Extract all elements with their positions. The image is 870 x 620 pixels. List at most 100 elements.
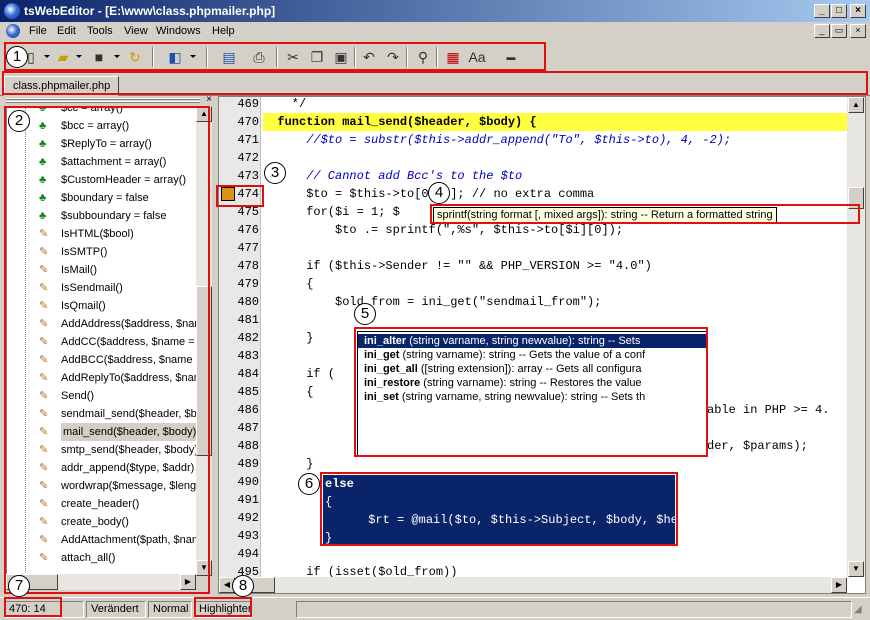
parameter-tooltip: sprintf(string format [, mixed args]): s… xyxy=(433,207,777,223)
maximize-button[interactable]: □ xyxy=(831,4,847,18)
highlighter-status[interactable]: Highlighter xyxy=(194,601,252,618)
scroll-up-icon[interactable]: ▲ xyxy=(848,97,864,113)
function-icon: ✎ xyxy=(39,318,49,330)
paste-icon[interactable]: ▣ xyxy=(330,47,352,67)
callout-marker: 7 xyxy=(8,575,30,597)
code-line[interactable] xyxy=(263,239,847,257)
doc-close-button[interactable]: × xyxy=(850,24,866,38)
tree-item-label: $boundary = false xyxy=(61,192,149,204)
variable-icon: ♣ xyxy=(39,138,47,150)
redo-icon[interactable]: ↷ xyxy=(382,47,404,67)
code-line[interactable] xyxy=(263,149,847,167)
line-number: 471 xyxy=(237,133,259,147)
tree-horizontal-scrollbar[interactable]: ◀ ▶ xyxy=(6,574,196,590)
tree-item-label: mail_send($header, $body) xyxy=(61,423,197,441)
scroll-up-icon[interactable]: ▲ xyxy=(196,106,212,122)
code-line[interactable]: // Cannot add Bcc's to the $to xyxy=(263,167,847,185)
code-line[interactable]: $to .= sprintf(",%s", $this->to[$i][0]); xyxy=(263,221,847,239)
panel-close-icon[interactable]: × xyxy=(206,94,212,105)
autocomplete-item[interactable]: ini_get_all ([string extension]): array … xyxy=(358,362,706,376)
new-dropdown-arrow[interactable] xyxy=(44,55,50,58)
tree-item-label: AddAddress($address, $nam xyxy=(61,318,198,330)
color-table-icon[interactable]: ▦ xyxy=(442,47,464,67)
code-line[interactable]: $old_from = ini_get("sendmail_from"); xyxy=(263,293,847,311)
small-panel-icon[interactable]: ▬ xyxy=(500,47,522,67)
code-line[interactable]: */ xyxy=(263,95,847,113)
toolbar: ▯ ▰ ■ ↻ ◧ ▤ ⎙ ✂ ❐ ▣ ↶ ↷ ⚲ ▦ Aa ▬ xyxy=(0,42,870,72)
callout-marker: 6 xyxy=(298,473,320,495)
code-line[interactable]: function mail_send($header, $body) { xyxy=(263,113,847,131)
code-line[interactable] xyxy=(263,545,847,563)
preview-dropdown-arrow[interactable] xyxy=(190,55,196,58)
scroll-down-icon[interactable]: ▼ xyxy=(848,561,864,577)
function-icon: ✎ xyxy=(39,552,49,564)
function-icon: ✎ xyxy=(39,282,49,294)
scroll-down-icon[interactable]: ▼ xyxy=(196,560,212,576)
cut-icon[interactable]: ✂ xyxy=(282,47,304,67)
code-fragment: der, $params); xyxy=(707,439,808,453)
menu-file[interactable]: File xyxy=(29,25,47,37)
code-line[interactable]: $to = $this->to[0][0]; // no extra comma xyxy=(263,185,847,203)
tab-class-phpmailer[interactable]: class.phpmailer.php xyxy=(4,76,120,96)
editor-horizontal-scrollbar[interactable]: ◀ ▶ xyxy=(219,577,847,593)
function-signature: (string varname): string -- Gets the val… xyxy=(399,349,646,361)
function-icon: ✎ xyxy=(39,336,49,348)
callout-marker: 5 xyxy=(354,303,376,325)
selected-else-block[interactable]: else { $rt = @mail($to, $this->Subject, … xyxy=(323,475,675,545)
code-line[interactable]: if ($this->Sender != "" && PHP_VERSION >… xyxy=(263,257,847,275)
variable-icon: ♣ xyxy=(39,192,47,204)
tree-item-label: IsMail() xyxy=(61,264,98,276)
undo-icon[interactable]: ↶ xyxy=(358,47,380,67)
line-number: 470 xyxy=(237,115,259,129)
autocomplete-item[interactable]: ini_set (string varname, string newvalue… xyxy=(358,390,706,404)
code-tree[interactable]: ♣ $cc = array() ♣ $bcc = array() ♣ $ReplyTo =… xyxy=(6,106,198,576)
line-number: 493 xyxy=(237,529,259,543)
code-editor[interactable]: 469 470 471 472 473 474 475 476 477 478 479 480 481 4… xyxy=(218,96,866,594)
search-icon[interactable]: ⚲ xyxy=(412,47,434,67)
copy-icon[interactable]: ❐ xyxy=(306,47,328,67)
minimize-button[interactable]: _ xyxy=(814,4,830,18)
open-folder-icon[interactable]: ▰ xyxy=(52,47,74,67)
font-icon[interactable]: Aa xyxy=(466,47,488,67)
preview-icon[interactable]: ◧ xyxy=(164,47,186,67)
autocomplete-item[interactable]: ini_alter (string varname, string newval… xyxy=(358,334,706,348)
panel-grip[interactable]: × xyxy=(4,94,214,106)
line-number: 483 xyxy=(237,349,259,363)
code-line[interactable]: } xyxy=(263,455,847,473)
code-line[interactable] xyxy=(263,311,847,329)
autocomplete-item[interactable]: ini_restore (string varname): string -- … xyxy=(358,376,706,390)
tree-item-label: $ReplyTo = array() xyxy=(61,138,152,150)
line-number: 478 xyxy=(237,259,259,273)
editor-vertical-scrollbar[interactable]: ▲ ▼ xyxy=(847,97,865,577)
scroll-right-icon[interactable]: ▶ xyxy=(180,574,196,590)
scroll-thumb[interactable] xyxy=(196,286,212,456)
code-line[interactable]: //$to = substr($this->addr_append("To", … xyxy=(263,131,847,149)
menu-tools[interactable]: Tools xyxy=(87,25,113,37)
scroll-thumb[interactable] xyxy=(848,187,864,209)
code-line[interactable]: { xyxy=(263,275,847,293)
save-icon[interactable]: ■ xyxy=(88,47,110,67)
save-all-icon[interactable]: ↻ xyxy=(124,47,146,67)
line-number: 486 xyxy=(237,403,259,417)
doc-minimize-button[interactable]: _ xyxy=(814,24,830,38)
doc-restore-button[interactable]: ▭ xyxy=(831,24,847,38)
save-dropdown-arrow[interactable] xyxy=(114,55,120,58)
menu-help[interactable]: Help xyxy=(212,25,235,37)
print-icon[interactable]: ⎙ xyxy=(248,47,270,67)
window-icon[interactable]: ▤ xyxy=(218,47,240,67)
menu-edit[interactable]: Edit xyxy=(57,25,76,37)
autocomplete-item[interactable]: ini_get (string varname): string -- Gets… xyxy=(358,348,706,362)
document-icon[interactable] xyxy=(6,24,20,38)
scroll-right-icon[interactable]: ▶ xyxy=(831,577,847,593)
line-number: 494 xyxy=(237,547,259,561)
autocomplete-list[interactable]: ini_alter (string varname, string newval… xyxy=(357,331,707,457)
tree-vertical-scrollbar[interactable]: ▲ ▼ xyxy=(196,106,212,576)
menu-windows[interactable]: Windows xyxy=(156,25,201,37)
status-bar: 470: 14 Verändert Normal Highlighter ◢ xyxy=(0,597,870,620)
menu-view[interactable]: View xyxy=(124,25,148,37)
bookmark-icon[interactable] xyxy=(221,187,235,201)
resize-grip-icon[interactable]: ◢ xyxy=(854,604,862,615)
line-number: 480 xyxy=(237,295,259,309)
close-button[interactable]: × xyxy=(850,4,866,18)
open-dropdown-arrow[interactable] xyxy=(76,55,82,58)
